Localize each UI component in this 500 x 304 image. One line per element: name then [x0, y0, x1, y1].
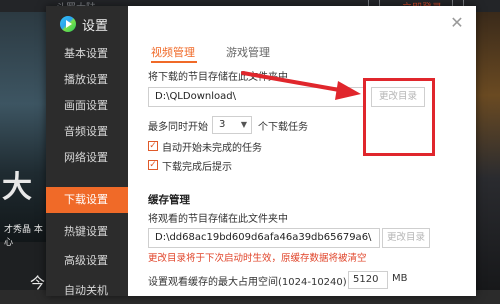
- download-path-input[interactable]: D:\QLDownload\: [148, 87, 364, 107]
- sidebar-item-hotkey[interactable]: 热键设置: [46, 219, 128, 245]
- cache-size-label: 设置观看缓存的最大占用空间(1024-10240): [148, 277, 347, 288]
- settings-sidebar: 设置 基本设置 播放设置 画面设置 音频设置 网络设置 下载设置 热键设置 高级…: [46, 6, 128, 297]
- sidebar-item-advanced[interactable]: 高级设置: [46, 248, 128, 274]
- cache-size-input[interactable]: 5120: [348, 271, 388, 289]
- poster-text: 大: [2, 170, 32, 205]
- notify-checkbox[interactable]: ✓: [148, 160, 158, 170]
- auto-start-checkbox[interactable]: ✓: [148, 141, 158, 151]
- background-right-poster: [476, 12, 500, 290]
- max-tasks-label: 最多同时开始: [148, 122, 208, 133]
- sidebar-item-basic[interactable]: 基本设置: [46, 41, 128, 67]
- sidebar-item-picture[interactable]: 画面设置: [46, 93, 128, 119]
- max-tasks-value: 3: [219, 119, 226, 130]
- notify-label: 下载完成后提示: [162, 162, 232, 173]
- app-logo-icon: [60, 16, 76, 32]
- cache-warning-text: 更改目录将于下次启动时生效，原缓存数据将被清空: [148, 253, 367, 264]
- cache-size-unit: MB: [392, 273, 408, 284]
- tab-game-management[interactable]: 游戏管理: [226, 44, 270, 60]
- cache-change-dir-button[interactable]: 更改目录: [382, 228, 430, 248]
- sidebar-item-network[interactable]: 网络设置: [46, 145, 128, 171]
- max-tasks-select[interactable]: 3 ▼: [212, 116, 252, 134]
- tab-video-management[interactable]: 视频管理: [151, 44, 195, 60]
- poster-sub: 才秀晶 本心: [4, 225, 43, 248]
- cache-folder-label: 将观看的节目存储在此文件夹中: [148, 214, 288, 225]
- dialog-title: 设置: [82, 18, 109, 34]
- sidebar-item-shutdown[interactable]: 自动关机: [46, 278, 128, 304]
- auto-start-label: 自动开始未完成的任务: [162, 143, 262, 154]
- dialog-header: 设置: [60, 14, 108, 34]
- sidebar-item-audio[interactable]: 音频设置: [46, 119, 128, 145]
- cache-section-title: 缓存管理: [148, 194, 190, 206]
- download-folder-label: 将下载的节目存储在此文件夹中: [148, 72, 288, 83]
- max-tasks-suffix: 个下载任务: [258, 122, 308, 133]
- background-poster: 大 才秀晶 本心: [0, 12, 46, 248]
- sidebar-item-playback[interactable]: 播放设置: [46, 67, 128, 93]
- annotation-highlight-box: [363, 78, 435, 156]
- sidebar-item-download[interactable]: 下载设置: [46, 187, 128, 213]
- chevron-down-icon: ▼: [240, 120, 247, 129]
- tab-underline: [151, 61, 197, 63]
- cache-path-input[interactable]: D:\dd68ac19bd609d6afa46a39db65679a6\: [148, 228, 380, 248]
